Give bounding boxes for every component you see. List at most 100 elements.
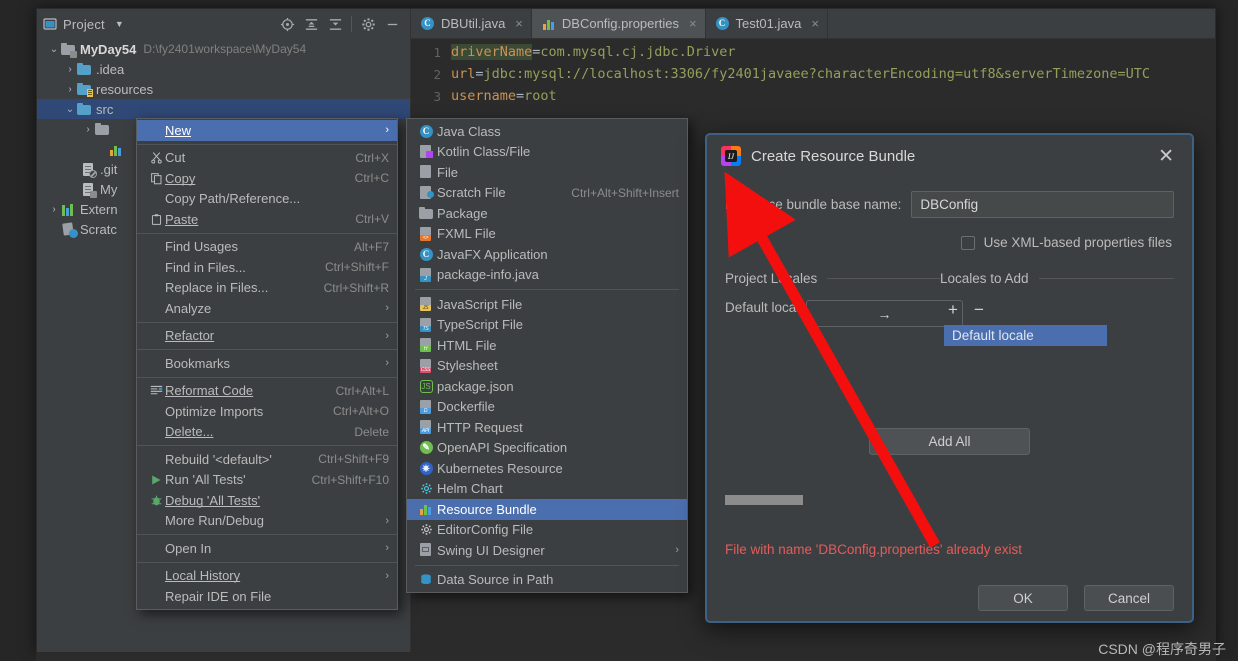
tab-dbutil-java[interactable]: C DBUtil.java × — [411, 9, 532, 38]
property-equals: = — [475, 66, 484, 82]
locale-to-add-item-default[interactable]: Default locale — [944, 325, 1107, 346]
chevron-down-icon[interactable]: ▼ — [115, 19, 124, 29]
tree-item-resources[interactable]: › resources — [37, 79, 410, 99]
menu-item-refactor[interactable]: Refactor › — [137, 326, 397, 347]
menu-item-file[interactable]: File — [407, 162, 687, 183]
tree-item-myday54[interactable]: ⌄ MyDay54 D:\fy2401workspace\MyDay54 — [37, 39, 410, 59]
hide-panel-icon[interactable] — [380, 13, 404, 35]
menu-item-dockerfile[interactable]: D Dockerfile — [407, 397, 687, 418]
locate-icon[interactable] — [275, 13, 299, 35]
menu-item-resource-bundle[interactable]: Resource Bundle — [407, 499, 687, 520]
locales-to-add-list: + − Default locale — [940, 300, 1174, 346]
close-icon[interactable]: × — [811, 16, 819, 31]
menu-item-label: JavaScript File — [437, 296, 523, 312]
menu-item-replace-in-files[interactable]: Replace in Files... Ctrl+Shift+R — [137, 278, 397, 299]
add-locale-icon[interactable]: + — [948, 300, 958, 320]
menu-item-fxml-file[interactable]: <> FXML File — [407, 224, 687, 245]
tree-item-label: resources — [96, 81, 154, 97]
line-number: 1 — [433, 44, 441, 60]
menu-item-openapi-specification[interactable]: ✎ OpenAPI Specification — [407, 438, 687, 459]
menu-item-delete[interactable]: Delete... Delete — [137, 422, 397, 443]
chevron-right-icon[interactable]: › — [81, 124, 95, 135]
tree-item-src[interactable]: ⌄ src — [37, 99, 410, 119]
chevron-right-icon[interactable]: › — [47, 204, 61, 215]
menu-item-optimize-imports[interactable]: Optimize Imports Ctrl+Alt+O — [137, 401, 397, 422]
chevron-right-icon[interactable]: › — [63, 84, 77, 95]
menu-item-package[interactable]: Package — [407, 203, 687, 224]
menu-item-kubernetes-resource[interactable]: ⎈ Kubernetes Resource — [407, 458, 687, 479]
collapse-all-icon[interactable] — [323, 13, 347, 35]
ok-button[interactable]: OK — [978, 585, 1068, 611]
external-libraries-icon — [61, 202, 76, 217]
tree-item-idea[interactable]: › .idea — [37, 59, 410, 79]
menu-item-java-class[interactable]: C Java Class — [407, 121, 687, 142]
menu-item-data-source-in-path[interactable]: Data Source in Path — [407, 570, 687, 591]
resource-bundle-basename-input[interactable] — [911, 191, 1174, 218]
menu-item-paste[interactable]: Paste Ctrl+V — [137, 209, 397, 230]
tab-test01-java[interactable]: C Test01.java × — [705, 9, 828, 38]
context-menu[interactable]: New › Cut Ctrl+X Copy Ctrl+C Copy Path/R… — [136, 118, 398, 610]
menu-item-package-json[interactable]: JS package.json — [407, 376, 687, 397]
menu-item-editorconfig-file[interactable]: EditorConfig File — [407, 520, 687, 541]
menu-item-bookmarks[interactable]: Bookmarks › — [137, 353, 397, 374]
menu-item-reformat-code[interactable]: Reformat Code Ctrl+Alt+L — [137, 381, 397, 402]
menu-item-http-request[interactable]: API HTTP Request — [407, 417, 687, 438]
menu-item-debug-all-tests[interactable]: Debug 'All Tests' — [137, 490, 397, 511]
locales-to-add-header: Locales to Add — [940, 271, 1174, 286]
menu-item-more-run-debug[interactable]: More Run/Debug › — [137, 511, 397, 532]
expand-all-icon[interactable] — [299, 13, 323, 35]
menu-item-open-in[interactable]: Open In › — [137, 538, 397, 559]
code-editor[interactable]: 1 driverName=com.mysql.cj.jdbc.Driver 2 … — [411, 39, 1215, 107]
settings-gear-icon[interactable] — [356, 13, 380, 35]
chevron-down-icon[interactable]: ⌄ — [63, 104, 77, 115]
menu-item-kotlin-class-file[interactable]: Kotlin Class/File — [407, 142, 687, 163]
menu-item-javafx-application[interactable]: C JavaFX Application — [407, 244, 687, 265]
menu-item-rebuild[interactable]: Rebuild '<default>' Ctrl+Shift+F9 — [137, 449, 397, 470]
menu-item-html-file[interactable]: H HTML File — [407, 335, 687, 356]
cancel-button[interactable]: Cancel — [1084, 585, 1174, 611]
menu-item-helm-chart[interactable]: Helm Chart — [407, 479, 687, 500]
menu-item-stylesheet[interactable]: CSS Stylesheet — [407, 356, 687, 377]
folder-icon — [77, 102, 92, 117]
menu-item-new[interactable]: New › — [137, 120, 397, 141]
menu-item-find-usages[interactable]: Find Usages Alt+F7 — [137, 237, 397, 258]
menu-item-package-info-java[interactable]: J package-info.java — [407, 265, 687, 286]
chevron-right-icon[interactable]: › — [63, 64, 77, 75]
remove-locale-icon[interactable]: − — [974, 300, 984, 320]
module-folder-icon — [61, 42, 77, 58]
menu-item-scratch-file[interactable]: Scratch File Ctrl+Alt+Shift+Insert — [407, 183, 687, 204]
menu-item-run-all-tests[interactable]: Run 'All Tests' Ctrl+Shift+F10 — [137, 470, 397, 491]
chevron-right-icon: › — [385, 542, 389, 555]
use-xml-checkbox[interactable] — [960, 235, 975, 250]
menu-item-copy[interactable]: Copy Ctrl+C — [137, 168, 397, 189]
menu-item-shortcut: Ctrl+Alt+L — [335, 383, 389, 398]
close-icon[interactable]: ✕ — [1154, 145, 1178, 168]
menu-item-label: Refactor — [165, 328, 215, 344]
menu-item-javascript-file[interactable]: JS JavaScript File — [407, 294, 687, 315]
chevron-down-icon[interactable]: ⌄ — [47, 44, 61, 55]
new-submenu[interactable]: C Java Class Kotlin Class/File File Scra… — [406, 118, 688, 593]
tree-item-label: .git — [100, 161, 118, 177]
menu-item-typescript-file[interactable]: TS TypeScript File — [407, 315, 687, 336]
menu-item-label: Repair IDE on File — [165, 588, 272, 604]
add-all-button[interactable]: Add All — [869, 428, 1030, 455]
xml-checkbox-row[interactable]: Use XML-based properties files — [725, 235, 1174, 250]
project-locales-header: Project Locales — [725, 271, 940, 286]
menu-item-find-in-files[interactable]: Find in Files... Ctrl+Shift+F — [137, 257, 397, 278]
tab-dbconfig-properties[interactable]: DBConfig.properties × — [531, 9, 706, 38]
close-icon[interactable]: × — [515, 16, 523, 31]
menu-item-analyze[interactable]: Analyze › — [137, 298, 397, 319]
menu-item-repair-ide-on-file[interactable]: Repair IDE on File — [137, 586, 397, 607]
menu-item-cut[interactable]: Cut Ctrl+X — [137, 148, 397, 169]
menu-item-local-history[interactable]: Local History › — [137, 566, 397, 587]
property-equals: = — [516, 88, 525, 104]
menu-item-swing-ui-designer[interactable]: Swing UI Designer › — [407, 540, 687, 561]
close-icon[interactable]: × — [689, 16, 697, 31]
tree-item-label: Scratc — [80, 221, 117, 237]
menu-item-shortcut: Alt+F7 — [353, 239, 389, 254]
menu-separator — [137, 143, 397, 145]
locales-to-add-label: Locales to Add — [940, 271, 1029, 286]
window-bottom-strip — [36, 653, 1216, 661]
screenshot-root: Project ▼ ⌄ MyDay54 D:\fy2401workspace\M… — [0, 0, 1238, 661]
menu-item-copy-path-reference[interactable]: Copy Path/Reference... — [137, 189, 397, 210]
